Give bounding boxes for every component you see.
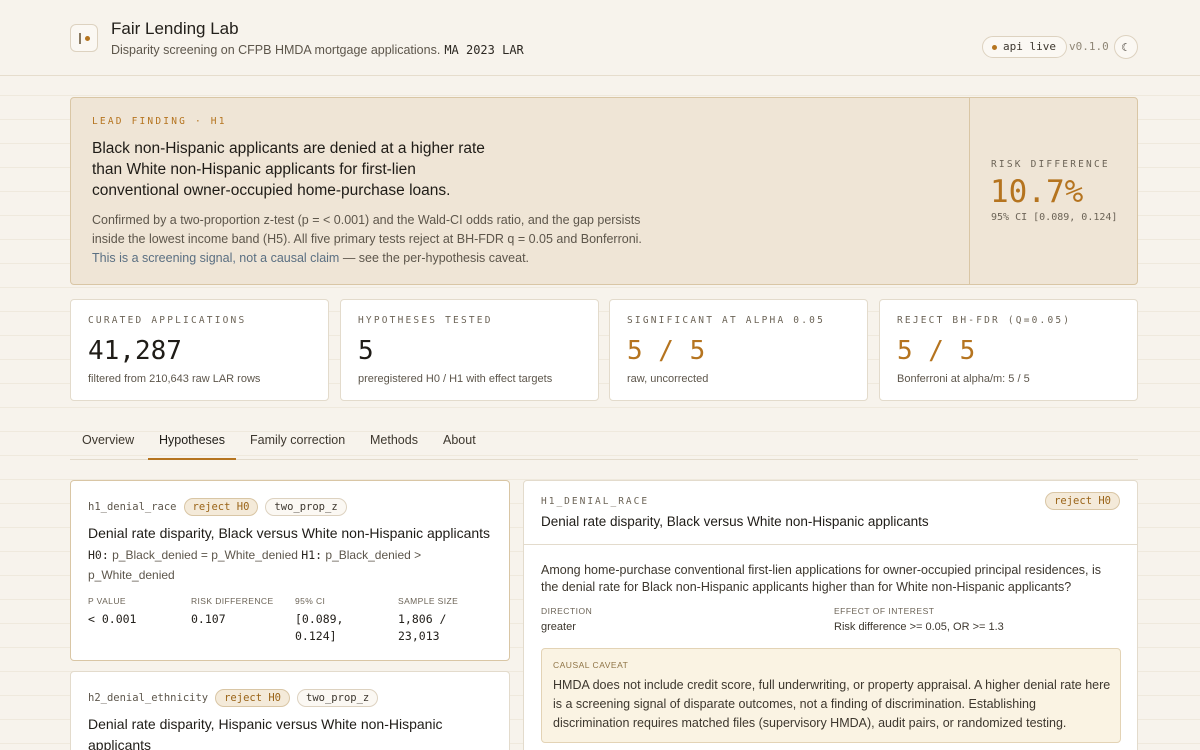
stat-card-curated-applications: CURATED APPLICATIONS 41,287 filtered fro…: [70, 299, 329, 401]
h0-text: p_Black_denied = p_White_denied: [112, 548, 298, 562]
metric-label: 95% CI: [295, 596, 326, 606]
stat-subtext: Bonferroni at alpha/m: 5 / 5: [897, 373, 1030, 385]
app-subtitle-text: Disparity screening on CFPB HMDA mortgag…: [111, 43, 441, 57]
tab-overview[interactable]: Overview: [82, 433, 134, 460]
lead-body-text: Confirmed by a two-proportion z-test (p …: [92, 213, 642, 246]
app-header: Fair Lending Lab Disparity screening on …: [0, 0, 1200, 76]
metric-label: SAMPLE SIZE: [398, 596, 459, 606]
dataset-label: MA 2023 LAR: [444, 43, 524, 57]
stat-value: 5 / 5: [897, 336, 976, 366]
stat-label: REJECT BH-FDR (Q=0.05): [897, 315, 1072, 326]
api-status-badge: api live: [982, 36, 1067, 58]
detail-status-badge: reject H0: [1045, 492, 1120, 510]
status-badge: reject H0: [183, 498, 259, 516]
hypothesis-card-header: h2_denial_ethnicity reject H0 two_prop_z: [88, 689, 379, 707]
lead-finding-body: Confirmed by a two-proportion z-test (p …: [92, 211, 662, 268]
stat-label: CURATED APPLICATIONS: [88, 315, 247, 326]
lead-finding-panel: LEAD FINDING · H1 Black non-Hispanic app…: [70, 97, 1138, 285]
method-badge: two_prop_z: [297, 689, 379, 707]
app-logo-icon: [70, 24, 98, 52]
direction-field: DIRECTION greater: [541, 606, 592, 633]
method-badge: two_prop_z: [265, 498, 347, 516]
detail-title: Denial rate disparity, Black versus Whit…: [541, 514, 929, 529]
lead-body-tail: — see the per-hypothesis caveat.: [339, 251, 530, 265]
stat-card-significant-alpha: SIGNIFICANT AT ALPHA 0.05 5 / 5 raw, unc…: [609, 299, 868, 401]
hypothesis-id: h2_denial_ethnicity: [88, 692, 209, 704]
stat-label: SIGNIFICANT AT ALPHA 0.05: [627, 315, 825, 326]
risk-difference-label: RISK DIFFERENCE: [991, 159, 1110, 170]
hypothesis-title: Denial rate disparity, Hispanic versus W…: [88, 716, 443, 750]
stat-subtext: raw, uncorrected: [627, 373, 709, 385]
hypothesis-card-h1[interactable]: h1_denial_race reject H0 two_prop_z Deni…: [70, 480, 510, 661]
metric-confidence-interval: 95% CI [0.089, 0.124]: [295, 596, 375, 645]
hypothesis-id: h1_denial_race: [88, 501, 177, 513]
causal-caveat-box: CAUSAL CAVEAT HMDA does not include cred…: [541, 648, 1121, 743]
h0-label: H0:: [88, 548, 109, 562]
stat-subtext: filtered from 210,643 raw LAR rows: [88, 373, 261, 385]
stat-value: 5 / 5: [627, 336, 706, 366]
lead-finding-headline: Black non-Hispanic applicants are denied…: [92, 140, 485, 199]
stat-label: HYPOTHESES TESTED: [358, 315, 493, 326]
metric-value: 1,806 / 23,013: [398, 612, 447, 643]
direction-value: greater: [541, 621, 576, 633]
hypothesis-detail-panel: H1_DENIAL_RACE Denial rate disparity, Bl…: [523, 480, 1138, 750]
tab-about[interactable]: About: [443, 433, 476, 460]
app-subtitle: Disparity screening on CFPB HMDA mortgag…: [111, 43, 524, 57]
hypothesis-title: Denial rate disparity, Black versus Whit…: [88, 525, 491, 541]
tab-family-correction[interactable]: Family correction: [250, 433, 345, 460]
metric-value: [0.089, 0.124]: [295, 612, 344, 643]
risk-difference-summary: RISK DIFFERENCE 10.7% 95% CI [0.089, 0.1…: [969, 98, 1138, 284]
effect-value: Risk difference >= 0.05, OR >= 1.3: [834, 621, 1004, 633]
stat-value: 41,287: [88, 336, 182, 366]
tab-methods[interactable]: Methods: [370, 433, 418, 460]
hypothesis-card-header: h1_denial_race reject H0 two_prop_z: [88, 498, 347, 516]
hypothesis-metrics: P VALUE < 0.001 RISK DIFFERENCE 0.107 95…: [88, 596, 498, 646]
metric-label: P VALUE: [88, 596, 126, 606]
version-label: v0.1.0: [1069, 40, 1109, 53]
detail-header: H1_DENIAL_RACE Denial rate disparity, Bl…: [524, 481, 1137, 545]
lead-finding-tag: LEAD FINDING · H1: [92, 116, 227, 127]
metric-value: < 0.001: [88, 612, 137, 626]
effect-label: EFFECT OF INTEREST: [834, 606, 935, 616]
moon-icon: ☾: [1121, 41, 1131, 54]
screening-signal-link[interactable]: This is a screening signal, not a causal…: [92, 251, 339, 265]
risk-difference-ci: 95% CI [0.089, 0.124]: [991, 212, 1118, 223]
caveat-label: CAUSAL CAVEAT: [553, 660, 629, 670]
detail-question: Among home-purchase conventional first-l…: [541, 563, 1102, 594]
caveat-text: HMDA does not include credit score, full…: [553, 678, 1111, 730]
status-badge: reject H0: [215, 689, 291, 707]
detail-hypothesis-id: H1_DENIAL_RACE: [541, 496, 650, 507]
stat-subtext: preregistered H0 / H1 with effect target…: [358, 373, 553, 385]
metric-value: 0.107: [191, 612, 226, 626]
stat-card-reject-bh-fdr: REJECT BH-FDR (Q=0.05) 5 / 5 Bonferroni …: [879, 299, 1138, 401]
effect-of-interest-field: EFFECT OF INTEREST Risk difference >= 0.…: [834, 606, 1004, 633]
hypothesis-statement: H0: p_Black_denied = p_White_denied H1: …: [88, 546, 488, 585]
status-dot-icon: [992, 44, 997, 50]
stat-card-hypotheses-tested: HYPOTHESES TESTED 5 preregistered H0 / H…: [340, 299, 599, 401]
main-tabs: Overview Hypotheses Family correction Me…: [70, 428, 1138, 460]
metric-sample-size: SAMPLE SIZE 1,806 / 23,013: [398, 596, 473, 645]
metric-p-value: P VALUE < 0.001: [88, 596, 188, 628]
metric-risk-difference: RISK DIFFERENCE 0.107: [191, 596, 291, 628]
stat-value: 5: [358, 336, 374, 366]
theme-toggle-button[interactable]: ☾: [1114, 35, 1138, 59]
direction-label: DIRECTION: [541, 606, 593, 616]
hypothesis-card-h2[interactable]: h2_denial_ethnicity reject H0 two_prop_z…: [70, 671, 510, 750]
app-title: Fair Lending Lab: [111, 19, 239, 38]
metric-label: RISK DIFFERENCE: [191, 596, 274, 606]
h1-label: H1:: [301, 548, 323, 562]
risk-difference-value: 10.7%: [990, 174, 1084, 210]
api-status-label: api live: [1003, 40, 1056, 53]
tab-hypotheses[interactable]: Hypotheses: [148, 433, 237, 460]
